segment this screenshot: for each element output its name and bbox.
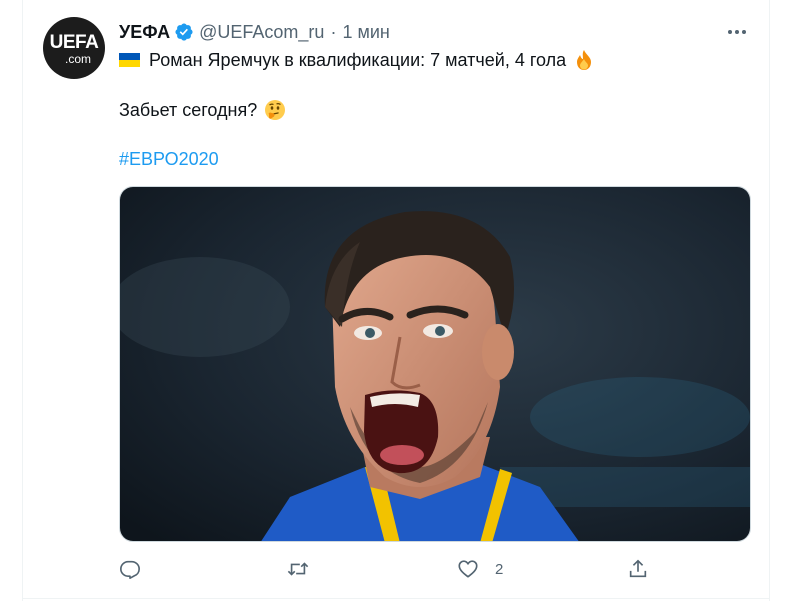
share-button[interactable]: [627, 558, 649, 580]
tweet-text-1: Роман Яремчук в квалификации: 7 матчей, …: [149, 49, 567, 70]
avatar-logo-text: UEFA: [49, 32, 99, 53]
tweet-timestamp[interactable]: 1 мин: [342, 22, 389, 43]
tweet-text-line-1: Роман Яремчук в квалификации: 7 матчей, …: [119, 49, 595, 71]
ukraine-flag-icon: [119, 53, 140, 67]
avatar-logo-subtext: .com: [64, 52, 91, 66]
more-options-icon[interactable]: [725, 22, 749, 42]
author-handle[interactable]: @UEFAcom_ru: [199, 22, 324, 43]
author-name[interactable]: УЕФА: [119, 22, 170, 43]
player-photo-illustration: [120, 187, 750, 541]
tweet-card[interactable]: UEFA .com УЕФА @UEFAcom_ru · 1 мин Роман…: [22, 0, 770, 601]
like-count: 2: [495, 560, 504, 578]
tweet-text-2: Забьет сегодня?: [119, 99, 258, 120]
tweet-actions: 2: [119, 558, 659, 584]
tweet-header: УЕФА @UEFAcom_ru · 1 мин: [119, 20, 390, 44]
fire-emoji-icon: [577, 50, 592, 70]
like-button[interactable]: 2: [457, 558, 503, 580]
verified-badge-icon: [175, 23, 193, 41]
retweet-button[interactable]: [287, 558, 309, 580]
thinking-emoji-icon: [265, 100, 286, 120]
retweet-icon: [287, 562, 309, 576]
hashtag-link[interactable]: #ЕВРО2020: [119, 149, 219, 170]
avatar[interactable]: UEFA .com: [43, 17, 105, 79]
reply-button[interactable]: [119, 558, 141, 580]
separator-dot: ·: [330, 21, 337, 42]
share-icon: [629, 559, 647, 578]
like-icon: [458, 560, 478, 578]
tweet-divider: [22, 598, 770, 599]
reply-icon: [120, 560, 140, 579]
tweet-photo[interactable]: [119, 186, 751, 542]
tweet-text-line-2: Забьет сегодня?: [119, 99, 286, 121]
